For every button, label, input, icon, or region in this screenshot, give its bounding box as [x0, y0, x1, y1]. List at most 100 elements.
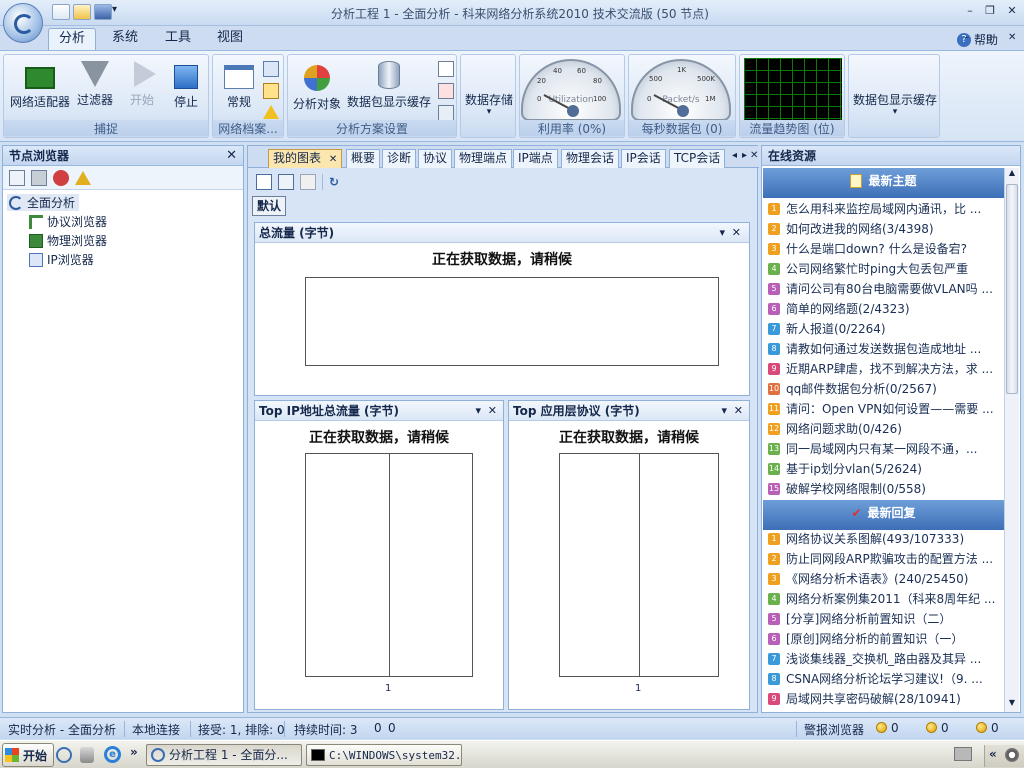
tab-summary[interactable]: 概要 [346, 149, 381, 168]
tree-item-ip-browser[interactable]: IP浏览器 [29, 251, 94, 268]
latest-topic-item[interactable]: 12 网络问题求助(0/426) [768, 420, 1002, 438]
media-quicklaunch-icon[interactable] [80, 747, 94, 763]
latest-reply-item[interactable]: 4 网络分析案例集2011（科来8周年纪 ... [768, 590, 1002, 608]
view-close-icon[interactable]: ✕ [732, 223, 741, 243]
add-chart-icon[interactable] [256, 174, 272, 190]
latest-topic-item[interactable]: 3 什么是端口down? 什么是设备宕? [768, 240, 1002, 258]
tab-protocol[interactable]: 协议 [418, 149, 453, 168]
latest-topic-item[interactable]: 10 qq邮件数据包分析(0/2567) [768, 380, 1002, 398]
default-layout-button[interactable]: 默认 [252, 196, 287, 216]
latest-topic-item[interactable]: 2 如何改进我的网络(3/4398) [768, 220, 1002, 238]
group-node-icon[interactable] [53, 169, 69, 186]
view-close-icon[interactable]: ✕ [488, 401, 497, 421]
latest-topic-item[interactable]: 13 同一局域网内只有某一网段不通，... [768, 440, 1002, 458]
ie-quicklaunch-icon[interactable]: e [104, 746, 121, 763]
edit-profile-icon[interactable] [263, 83, 279, 99]
view-menu-icon[interactable]: ▾ [719, 223, 725, 243]
close-button[interactable]: ✕ [1004, 4, 1020, 18]
analysis-object-button[interactable]: 分析对象 [290, 59, 344, 112]
start-menu-button[interactable]: 开始 [2, 743, 55, 767]
app-menu-button[interactable] [3, 3, 43, 43]
general-button[interactable]: 常规 [217, 59, 261, 110]
tree-item-protocol-browser[interactable]: 协议浏览器 [29, 213, 107, 230]
restore-button[interactable]: ❐ [982, 4, 998, 18]
data-storage-button[interactable]: 数据存储 [463, 91, 515, 108]
view-close-icon[interactable]: ✕ [734, 401, 743, 421]
scroll-thumb[interactable] [1006, 184, 1018, 394]
latest-topic-item[interactable]: 8 请教如何通过发送数据包造成地址 ... [768, 340, 1002, 358]
add-scheme-icon[interactable] [438, 83, 454, 99]
layout-icon[interactable] [278, 174, 294, 190]
add-node-icon[interactable] [9, 169, 25, 186]
latest-reply-item[interactable]: 6 [原创]网络分析的前置知识（一） [768, 630, 1002, 648]
latest-reply-item[interactable]: 9 局域网共享密码破解(28/10941) [768, 690, 1002, 708]
tab-scroll-right-icon[interactable]: ▸ [742, 150, 747, 161]
packet-cache-button[interactable]: 数据包显示缓存 [344, 59, 434, 110]
filter-button[interactable]: 过滤器 [74, 59, 116, 108]
latest-topic-item[interactable]: 4 公司网络繁忙时ping大包丢包严重 [768, 260, 1002, 278]
packet-display-cache-arrow-icon[interactable]: ▾ [851, 107, 939, 117]
resources-scrollbar[interactable]: ▲ ▼ [1004, 168, 1019, 712]
note-edit-icon[interactable] [438, 61, 454, 77]
ribbon-close-button[interactable]: ✕ [1008, 32, 1016, 43]
tab-physical-endpoints[interactable]: 物理端点 [454, 149, 513, 168]
tab-tools[interactable]: 工具 [157, 28, 199, 50]
latest-reply-item[interactable]: 8 CSNA网络分析论坛学习建议!（9. ... [768, 670, 1002, 688]
tree-item-physical-browser[interactable]: 物理浏览器 [29, 232, 107, 249]
qat-dropdown-icon[interactable]: ▾ [112, 4, 117, 15]
tab-ip-sessions[interactable]: IP会话 [621, 149, 666, 168]
tab-system[interactable]: 系统 [104, 28, 146, 50]
packet-display-cache-button[interactable]: 数据包显示缓存 [851, 91, 939, 108]
network-tree-icon[interactable] [263, 61, 279, 77]
latest-topic-item[interactable]: 14 基于ip划分vlan(5/2624) [768, 460, 1002, 478]
latest-topic-item[interactable]: 15 破解学校网络限制(0/558) [768, 480, 1002, 498]
tab-view[interactable]: 视图 [209, 28, 251, 50]
tab-ip-endpoints[interactable]: IP端点 [513, 149, 558, 168]
save-icon[interactable] [94, 4, 112, 20]
minimize-button[interactable]: – [962, 4, 978, 18]
latest-reply-item[interactable]: 2 防止同网段ARP欺骗攻击的配置方法 ... [768, 550, 1002, 568]
view-menu-icon[interactable]: ▾ [721, 401, 727, 421]
scroll-down-icon[interactable]: ▼ [1006, 698, 1018, 712]
open-folder-icon[interactable] [73, 4, 91, 20]
latest-reply-item[interactable]: 3 《网络分析术语表》(240/25450) [768, 570, 1002, 588]
tray-expand-icon[interactable]: « [989, 747, 997, 761]
tab-close-icon[interactable]: ✕ [329, 154, 337, 165]
tree-root-full-analysis[interactable]: 全面分析 [7, 194, 80, 211]
close-icon[interactable]: ✕ [226, 146, 237, 166]
keyboard-tray-icon[interactable] [954, 747, 972, 761]
adapter-button[interactable]: 网络适配器 [8, 59, 72, 110]
filter-node-icon[interactable] [31, 169, 47, 186]
taskbar-item-cmd[interactable]: C:\WINDOWS\system32... [306, 744, 462, 766]
tab-my-charts[interactable]: 我的图表 ✕ [268, 149, 343, 168]
latest-reply-item[interactable]: 1 网络协议关系图解(493/107333) [768, 530, 1002, 548]
stop-button[interactable]: 停止 [166, 59, 206, 110]
tab-physical-sessions[interactable]: 物理会话 [561, 149, 620, 168]
data-storage-arrow-icon[interactable]: ▾ [463, 107, 515, 117]
alert-node-icon[interactable] [75, 170, 91, 185]
ribbon-minimize-button[interactable]: – [964, 32, 969, 43]
delete-chart-icon[interactable] [300, 174, 316, 190]
latest-topic-item[interactable]: 6 简单的网络题(2/4323) [768, 300, 1002, 318]
latest-reply-item[interactable]: 5 [分享]网络分析前置知识（二） [768, 610, 1002, 628]
tab-analysis[interactable]: 分析 [48, 28, 96, 50]
speaker-tray-icon[interactable] [1005, 748, 1019, 762]
latest-topic-item[interactable]: 7 新人报道(0/2264) [768, 320, 1002, 338]
latest-topic-item[interactable]: 1 怎么用科来监控局域网内通讯，比 ... [768, 200, 1002, 218]
latest-topic-item[interactable]: 11 请问：Open VPN如何设置——需要 ... [768, 400, 1002, 418]
ribbon-restore-button[interactable]: ▫ [986, 32, 993, 43]
taskbar-item-analysis[interactable]: 分析工程 1 - 全面分... [146, 744, 302, 766]
latest-topic-item[interactable]: 9 近期ARP肆虐，找不到解决方法，求 ... [768, 360, 1002, 378]
start-button[interactable]: 开始 [122, 59, 162, 108]
scroll-up-icon[interactable]: ▲ [1006, 168, 1018, 182]
tab-close-all-icon[interactable]: ✕ [750, 150, 758, 161]
list-scheme-icon[interactable] [438, 105, 454, 121]
refresh-icon[interactable]: ↻ [329, 175, 339, 189]
new-file-icon[interactable] [52, 4, 70, 20]
tab-tcp-sessions[interactable]: TCP会话 [669, 149, 726, 168]
quicklaunch-more-icon[interactable]: » [130, 745, 138, 759]
app-quicklaunch-icon[interactable] [56, 747, 72, 763]
warning-icon[interactable] [263, 105, 279, 119]
view-menu-icon[interactable]: ▾ [475, 401, 481, 421]
latest-topic-item[interactable]: 5 请问公司有80台电脑需要做VLAN吗 ... [768, 280, 1002, 298]
